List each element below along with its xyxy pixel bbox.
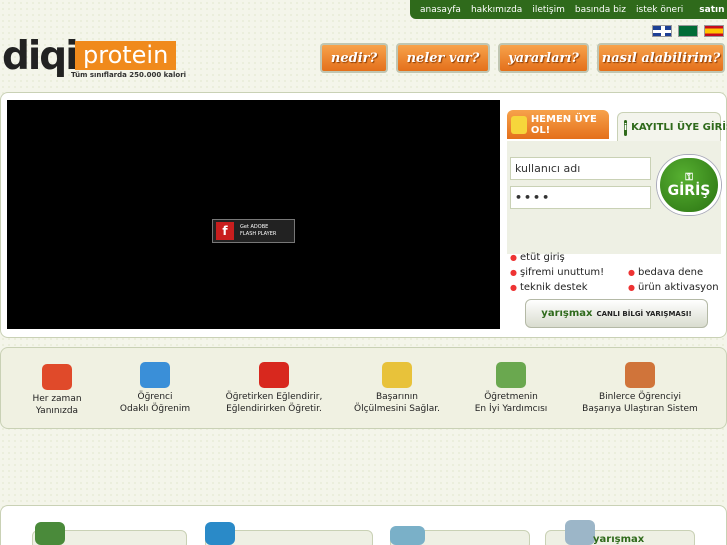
feature-thousands-students[interactable]: Binlerce Öğrenciyi Başarıya Ulaştıran Si… [580, 362, 700, 415]
trophy-icon [565, 520, 595, 545]
tech-support-link[interactable]: ● teknik destek [510, 282, 588, 293]
top-navigation: anasayfa hakkımızda iletişim basında biz… [410, 0, 727, 19]
signup-tab[interactable]: HEMEN ÜYE OL! [507, 110, 609, 139]
login-submit-button[interactable]: ⚿ GİRİŞ [657, 155, 721, 215]
password-input[interactable]: •••• [510, 186, 651, 209]
bullet-icon: ● [628, 283, 635, 292]
live-quiz-button[interactable]: yarışmax CANLI BİLGİ YARIŞMASI! [525, 299, 708, 328]
bottom-yarismax-brand: yarışmax [593, 534, 645, 545]
feature-student-focused[interactable]: Öğrenci Odaklı Öğrenim [118, 362, 192, 415]
neler-var-button[interactable]: neler var? [396, 43, 490, 73]
clock-123-icon [42, 364, 72, 390]
feature-fun-learning[interactable]: Öğretirken Eğlendirir, Eğlendirirken Öğr… [223, 362, 325, 415]
nav-basinda-biz-link[interactable]: basında biz [575, 5, 626, 15]
nav-iletisim-link[interactable]: iletişim [532, 5, 565, 15]
spanish-flag-icon[interactable] [704, 25, 724, 37]
flash-icon: f [216, 222, 234, 240]
coffee-icon [35, 522, 65, 545]
feature-always-with-you[interactable]: Her zaman Yanınızda [28, 364, 86, 417]
product-activation-link[interactable]: ● ürün aktivasyon [628, 282, 719, 293]
logo-protein: protein [75, 41, 176, 70]
language-flags [652, 25, 724, 37]
logo[interactable]: diqi protein Tüm sınıflarda 250.000 kalo… [2, 34, 186, 85]
group-icon [625, 362, 655, 388]
bullet-icon: ● [510, 268, 517, 277]
bullet-icon: ● [628, 268, 635, 277]
live-quiz-label: CANLI BİLGİ YARIŞMASI! [596, 309, 692, 318]
bullet-icon: ● [510, 283, 517, 292]
nav-anasayfa-link[interactable]: anasayfa [420, 5, 461, 15]
logo-slogan: Tüm sınıflarda 250.000 kalori [71, 71, 187, 79]
login-tab-label: KAYITLI ÜYE GİRİŞİ [631, 122, 727, 133]
etut-link[interactable]: ● etüt giriş [510, 252, 565, 263]
login-tab[interactable]: i KAYITLI ÜYE GİRİŞİ [617, 112, 727, 142]
flash-video-area[interactable] [7, 100, 500, 329]
flash-badge-line2: FLASH PLAYER [240, 231, 277, 237]
english-flag-icon[interactable] [652, 25, 672, 37]
flash-badge-line1: Get ADOBE [240, 224, 269, 230]
apple-pencil-icon [259, 362, 289, 388]
student-icon [140, 362, 170, 388]
teacher-icon [496, 362, 526, 388]
nav-istek-oneri-link[interactable]: istek öneri [636, 5, 683, 15]
free-trial-link[interactable]: ● bedava dene [628, 267, 703, 278]
info-icon: i [624, 119, 628, 136]
yararlari-button[interactable]: yararları? [498, 43, 589, 73]
arabic-flag-icon[interactable] [678, 25, 698, 37]
document-icon [390, 526, 425, 545]
signup-tab-label: HEMEN ÜYE OL! [530, 113, 597, 136]
globe-icon [205, 522, 235, 545]
logo-diqi: diqi [2, 34, 79, 79]
login-submit-label: GİRİŞ [667, 182, 711, 199]
main-navigation: nedir? neler var? yararları? nasıl alabi… [320, 43, 725, 73]
feature-success-measure[interactable]: Başarının Ölçülmesini Sağlar. [352, 362, 442, 415]
nasil-alabilirim-button[interactable]: nasıl alabilirim? [597, 43, 725, 73]
users-icon [511, 115, 527, 134]
feature-teacher-helper[interactable]: Öğretmenin En İyi Yardımcısı [471, 362, 551, 415]
nav-hakkimizda-link[interactable]: hakkımızda [471, 5, 522, 15]
lock-icon: ⚿ [685, 171, 693, 183]
yarismax-brand: yarışmax [541, 308, 593, 319]
username-input[interactable]: kullanıcı adı [510, 157, 651, 180]
get-flash-player-badge[interactable]: f Get ADOBE FLASH PLAYER [212, 219, 295, 243]
chart-icon [382, 362, 412, 388]
buy-link[interactable]: satın al! [699, 5, 727, 15]
nedir-button[interactable]: nedir? [320, 43, 388, 73]
bullet-icon: ● [510, 253, 517, 262]
forgot-password-link[interactable]: ● şifremi unuttum! [510, 267, 604, 278]
